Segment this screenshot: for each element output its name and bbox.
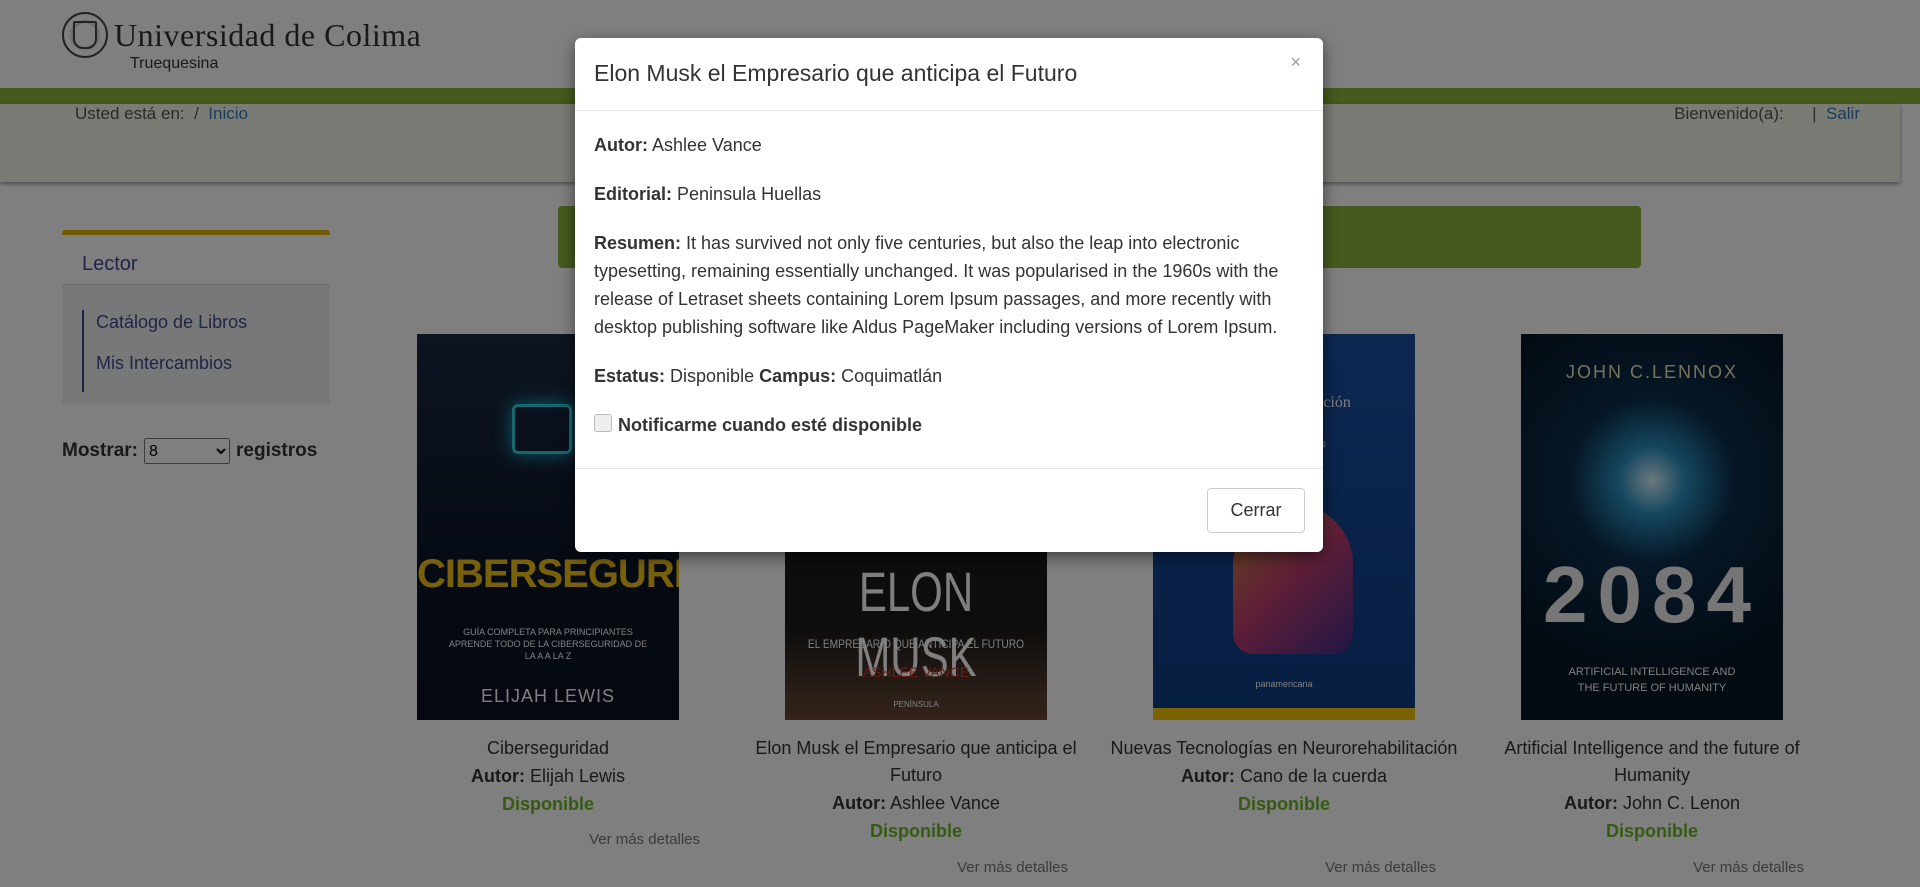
modal-status-value: Disponible <box>670 366 755 386</box>
modal-campus-label: Campus: <box>759 366 837 386</box>
close-button[interactable]: Cerrar <box>1207 488 1305 533</box>
modal-header: Elon Musk el Empresario que anticipa el … <box>575 38 1323 111</box>
notify-label[interactable]: Notificarme cuando esté disponible <box>618 411 922 439</box>
modal-publisher: Editorial: Peninsula Huellas <box>594 180 1304 208</box>
close-icon[interactable]: × <box>1290 52 1301 73</box>
modal-summary-label: Resumen: <box>594 233 682 253</box>
modal-author: Autor: Ashlee Vance <box>594 131 1304 159</box>
modal-title: Elon Musk el Empresario que anticipa el … <box>594 60 1078 86</box>
book-details-modal: Elon Musk el Empresario que anticipa el … <box>575 38 1323 552</box>
modal-author-label: Autor: <box>594 135 648 155</box>
modal-summary: Resumen: It has survived not only five c… <box>594 229 1304 341</box>
modal-publisher-value: Peninsula Huellas <box>677 184 822 204</box>
modal-campus-value: Coquimatlán <box>841 366 943 386</box>
notify-checkbox[interactable] <box>594 414 612 432</box>
modal-footer: Cerrar <box>575 468 1323 552</box>
modal-summary-value: It has survived not only five centuries,… <box>594 233 1279 337</box>
modal-publisher-label: Editorial: <box>594 184 673 204</box>
modal-body: Autor: Ashlee Vance Editorial: Peninsula… <box>575 111 1323 459</box>
modal-status-line: Estatus: Disponible Campus: Coquimatlán <box>594 362 1304 390</box>
modal-author-value: Ashlee Vance <box>652 135 762 155</box>
modal-status-label: Estatus: <box>594 366 666 386</box>
notify-option[interactable]: Notificarme cuando esté disponible <box>594 411 1304 439</box>
